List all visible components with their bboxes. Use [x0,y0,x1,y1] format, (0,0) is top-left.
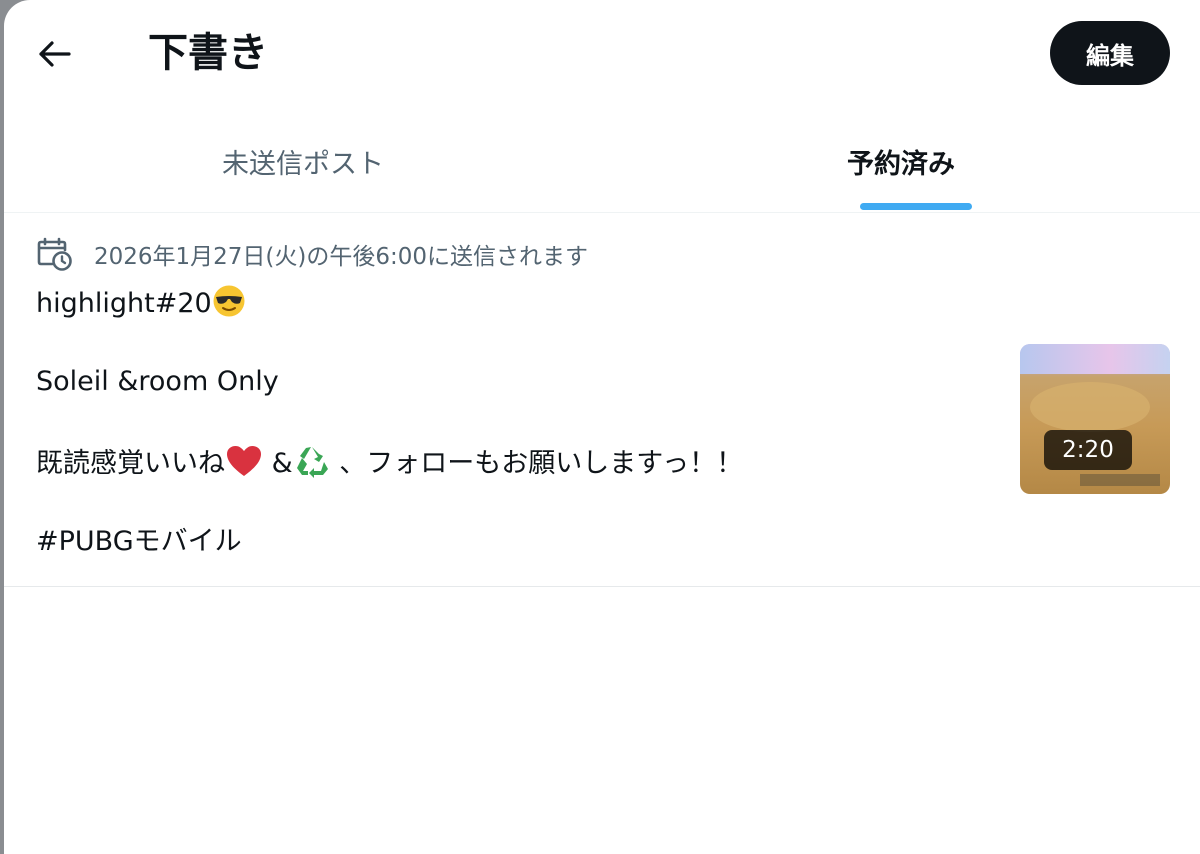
header: 下書き 編集 [4,0,1200,110]
thumbnail-sky [1020,344,1170,374]
recycling-emoji-icon [296,447,328,478]
post-line-3: 既読感覚いいね & 、フォローもお願いしますっ！！ [36,444,743,482]
back-button[interactable] [30,30,78,78]
edit-button[interactable]: 編集 [1050,21,1170,85]
post-line-4: #PUBGモバイル [36,526,242,557]
schedule-row: 2026年1月27日(火)の午後6:00に送信されます [36,237,588,271]
calendar-clock-icon [37,237,72,271]
scheduled-post-item[interactable]: 2026年1月27日(火)の午後6:00に送信されます highlight#20… [4,213,1200,587]
tab-scheduled[interactable]: 予約済み [602,110,1200,212]
post-line-1: highlight#20 [36,284,246,322]
sunglasses-emoji-icon [213,285,245,317]
post-line-2: Soleil &room Only [36,366,279,397]
schedule-text: 2026年1月27日(火)の午後6:00に送信されます [94,244,589,270]
page-title: 下書き [148,30,268,76]
active-tab-indicator [860,203,972,210]
back-arrow-icon [39,41,71,67]
post-text-3a: 既読感覚いいね [36,448,225,479]
post-text-3c: 、フォローもお願いしますっ！！ [330,448,744,479]
tab-unsent-posts[interactable]: 未送信ポスト [4,110,602,212]
thumbnail-terrain [1030,382,1150,432]
video-duration-badge: 2:20 [1044,430,1132,470]
tab-bar: 未送信ポスト 予約済み [4,110,1200,213]
video-thumbnail[interactable]: 2:20 [1020,344,1170,494]
red-heart-emoji-icon [227,446,261,476]
post-text-3b: & [263,448,293,479]
post-text-1: highlight#20 [36,288,212,319]
drafts-panel: 下書き 編集 未送信ポスト 予約済み 2026年1月27日(火)の午後6:00に… [4,0,1200,854]
thumbnail-hud [1080,474,1160,486]
